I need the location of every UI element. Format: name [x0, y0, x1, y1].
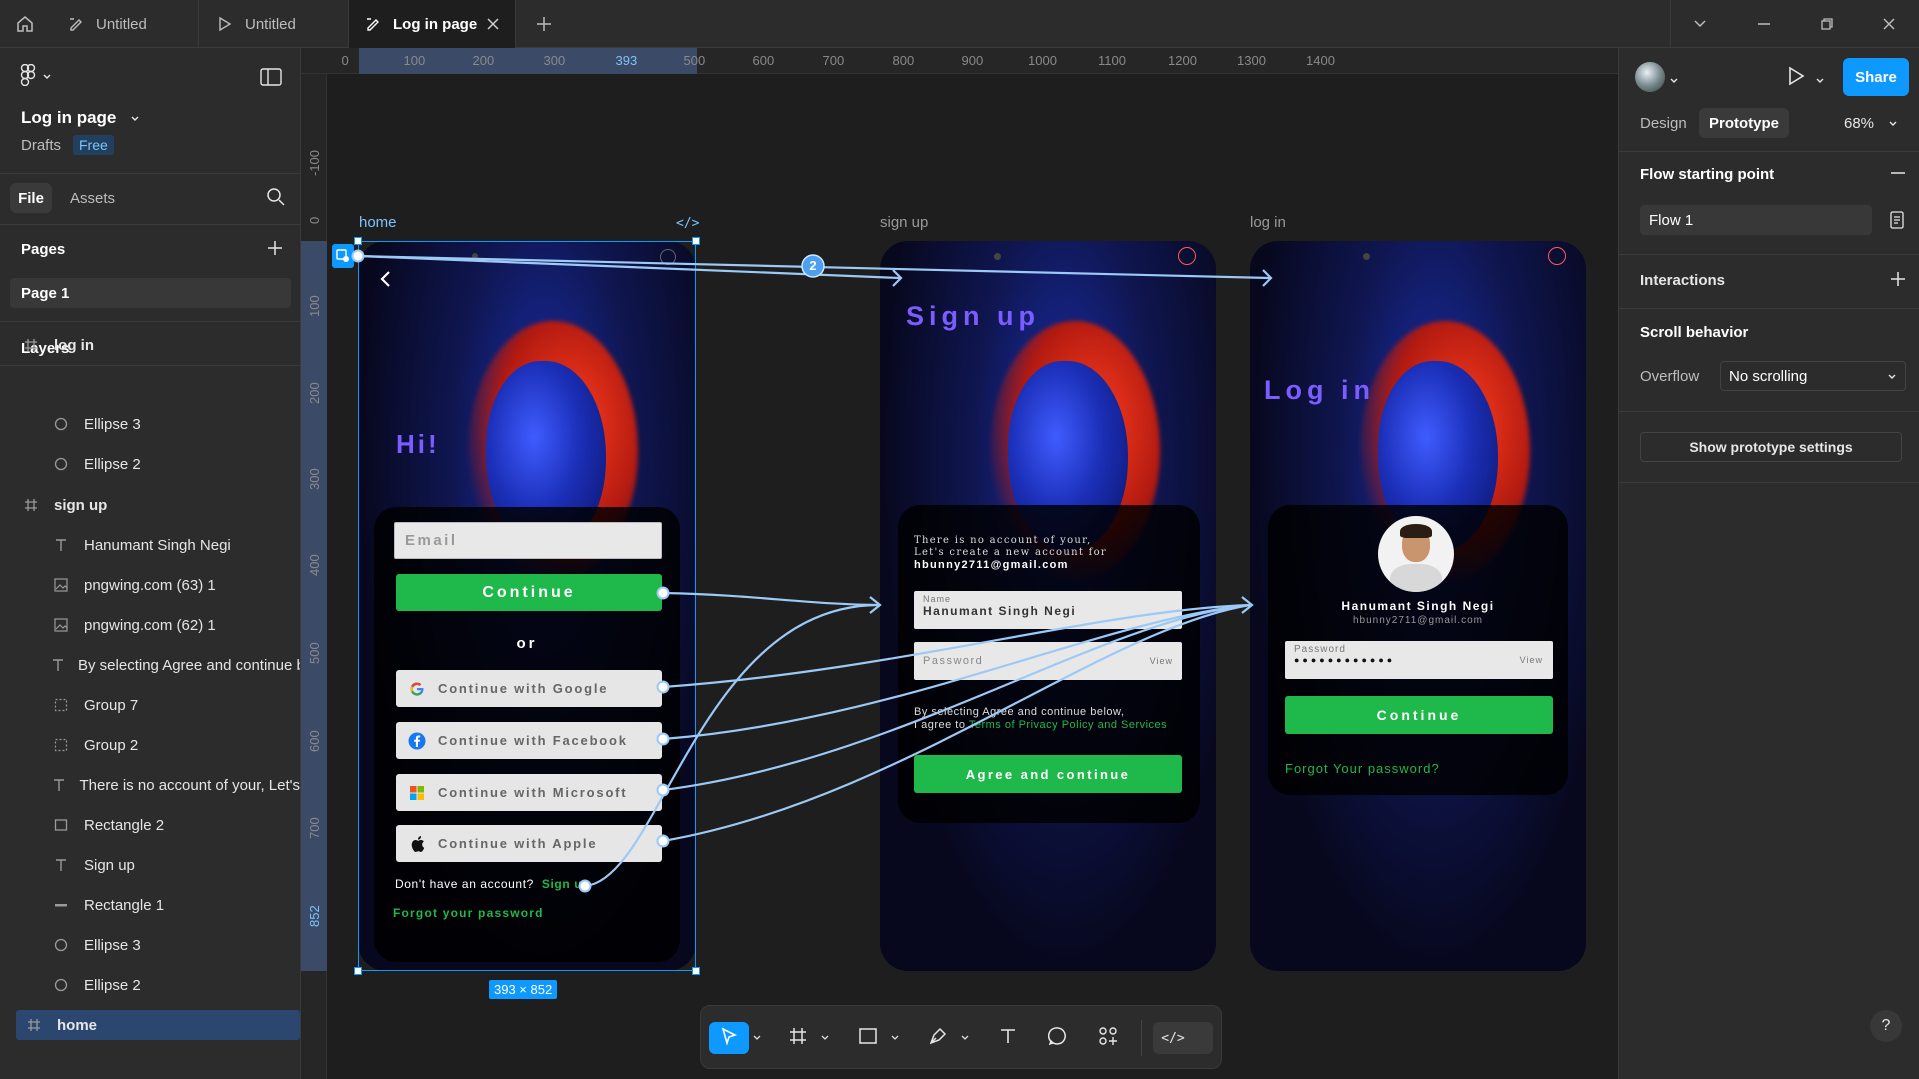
toolbar-divider	[1141, 1020, 1142, 1056]
chevron-down-icon[interactable]	[751, 1022, 763, 1054]
rectangle-icon	[858, 1026, 878, 1051]
tab-design[interactable]: Design	[1640, 115, 1687, 132]
flow-starting-point-title: Flow starting point	[1640, 166, 1775, 183]
comment-tool-button[interactable]	[1041, 1022, 1075, 1054]
flow-name-value: Flow 1	[1649, 211, 1694, 229]
pen-icon	[928, 1026, 948, 1051]
divider	[1619, 254, 1919, 255]
frame-icon	[788, 1026, 808, 1051]
dev-mode-toggle[interactable]: </>	[1153, 1022, 1213, 1054]
chevron-down-icon[interactable]	[889, 1022, 901, 1054]
connection-count-label: 2	[809, 258, 817, 273]
chevron-down-icon[interactable]	[819, 1022, 831, 1054]
code-icon: </>	[1161, 1030, 1185, 1046]
zoom-level[interactable]: 68%	[1844, 115, 1898, 132]
avatar[interactable]	[1635, 62, 1665, 92]
overflow-value: No scrolling	[1729, 367, 1808, 385]
present-play-icon[interactable]	[1787, 66, 1807, 88]
overflow-select[interactable]: No scrolling	[1720, 361, 1906, 391]
chevron-down-icon	[1887, 368, 1897, 385]
chevron-down-icon[interactable]	[959, 1022, 971, 1054]
flow-name-field[interactable]: Flow 1	[1640, 205, 1872, 235]
right-panel: Share Design Prototype 68% Flow starting…	[1618, 48, 1919, 1079]
text-icon	[998, 1026, 1018, 1051]
cursor-icon	[719, 1026, 739, 1051]
move-tool-button[interactable]	[709, 1022, 749, 1054]
chevron-down-icon[interactable]	[1669, 72, 1679, 90]
interactions-title: Interactions	[1640, 272, 1726, 289]
show-prototype-settings-button[interactable]: Show prototype settings	[1640, 432, 1902, 462]
chevron-down-icon[interactable]	[1815, 72, 1825, 90]
add-interaction-icon[interactable]	[1889, 270, 1907, 288]
components-icon	[1098, 1026, 1118, 1051]
comment-icon	[1047, 1026, 1068, 1051]
bottom-toolbar: </>	[700, 1005, 1222, 1069]
rectangle-tool-button[interactable]	[851, 1022, 885, 1054]
flow-description-icon[interactable]	[1889, 211, 1905, 229]
pen-tool-button[interactable]	[921, 1022, 955, 1054]
divider	[1619, 151, 1919, 152]
share-button[interactable]: Share	[1843, 58, 1909, 96]
actions-tool-button[interactable]	[1091, 1022, 1125, 1054]
divider	[1619, 308, 1919, 309]
help-icon[interactable]: ?	[1870, 1010, 1902, 1042]
remove-flow-icon[interactable]	[1889, 164, 1907, 182]
divider	[1619, 482, 1919, 483]
text-tool-button[interactable]	[991, 1022, 1025, 1054]
scroll-behavior-title: Scroll behavior	[1640, 324, 1749, 341]
overflow-label: Overflow	[1640, 368, 1700, 385]
zoom-value: 68%	[1844, 115, 1875, 132]
chevron-down-icon	[1888, 115, 1898, 132]
tab-prototype[interactable]: Prototype	[1699, 108, 1790, 138]
frame-tool-button[interactable]	[781, 1022, 815, 1054]
divider	[1619, 411, 1919, 412]
